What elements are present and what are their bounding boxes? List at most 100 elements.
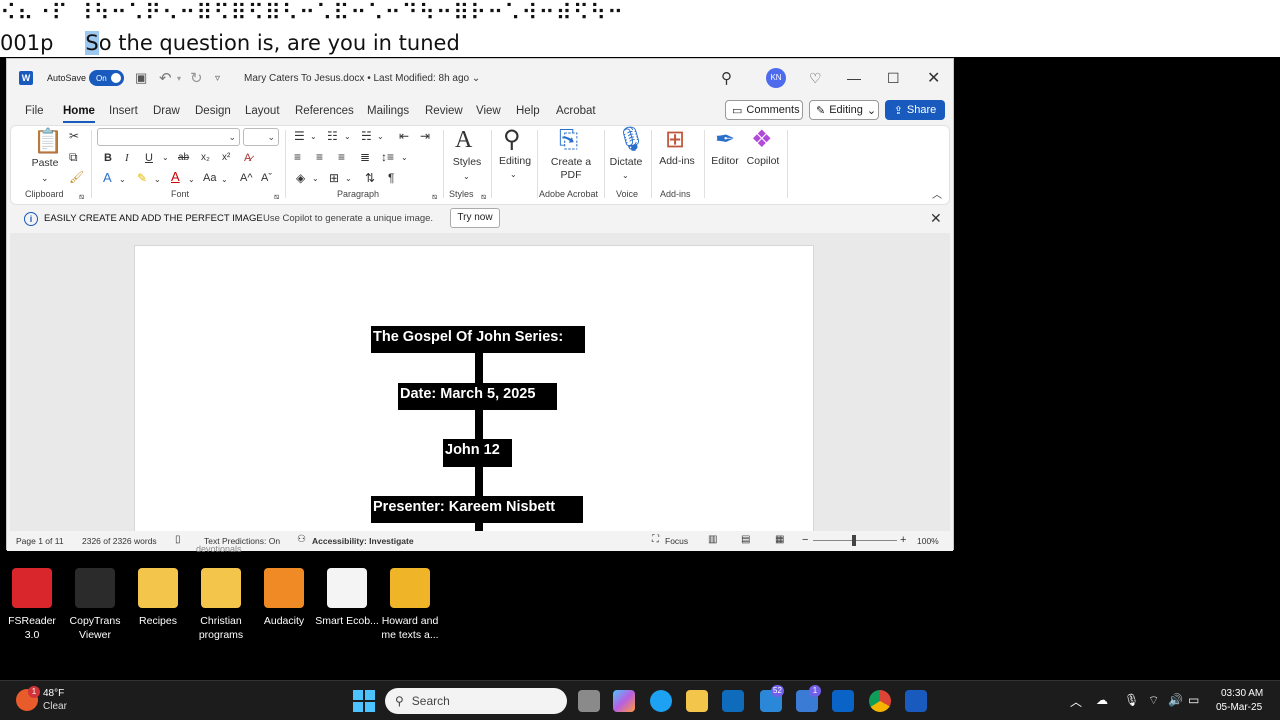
font-color-icon[interactable]: A <box>171 170 180 184</box>
align-right-icon[interactable]: ≡ <box>338 150 345 164</box>
styles-dropdown-icon[interactable]: ⌄ <box>463 170 470 184</box>
bullets-icon[interactable]: ☰ <box>294 129 305 143</box>
addins-icon[interactable]: ⊞ <box>665 126 685 154</box>
borders-icon[interactable]: ⊞ <box>329 171 339 185</box>
numbering-icon[interactable]: ☷ <box>327 129 338 143</box>
autosave-toggle[interactable]: On <box>89 59 124 97</box>
zoom-level[interactable]: 100% <box>917 536 939 546</box>
onedrive-icon[interactable]: ☁ <box>1096 693 1108 707</box>
highlight-dropdown-icon[interactable]: ⌄ <box>154 173 161 187</box>
weather-condition[interactable]: Clear <box>43 701 67 712</box>
tab-acrobat[interactable]: Acrobat <box>556 99 596 123</box>
clear-formatting-icon[interactable]: A̷ <box>244 151 251 165</box>
zoom-slider-thumb[interactable] <box>852 535 856 546</box>
chrome-icon[interactable] <box>869 690 891 712</box>
accessibility-status[interactable]: Accessibility: Investigate <box>312 536 414 546</box>
outlook-icon[interactable] <box>832 690 854 712</box>
customize-quick-access-icon[interactable]: ▿ <box>215 59 220 97</box>
underline-dropdown-icon[interactable]: ⌄ <box>162 151 169 165</box>
document-canvas[interactable]: The Gospel Of John Series: Date: March 5… <box>10 233 950 531</box>
bold-icon[interactable]: B <box>104 151 112 165</box>
minimize-button[interactable]: — <box>847 59 861 97</box>
subscript-icon[interactable]: x₂ <box>201 151 210 165</box>
shading-dropdown-icon[interactable]: ⌄ <box>312 172 319 186</box>
undo-dropdown-icon[interactable]: ▾ <box>177 59 181 97</box>
decrease-indent-icon[interactable]: ⇤ <box>399 129 409 143</box>
copilot-icon[interactable] <box>613 690 635 712</box>
comments-button[interactable]: ▭ Comments <box>725 100 803 120</box>
desktop-icon[interactable]: Smart Ecob... <box>315 566 379 628</box>
tab-help[interactable]: Help <box>516 99 540 123</box>
document-page[interactable]: The Gospel Of John Series: Date: March 5… <box>134 245 814 531</box>
dictate-button[interactable]: Dictate <box>605 156 647 169</box>
sort-icon[interactable]: ⇅ <box>365 171 375 185</box>
tab-layout[interactable]: Layout <box>245 99 280 123</box>
borders-dropdown-icon[interactable]: ⌄ <box>345 172 352 186</box>
print-layout-icon[interactable]: ▤ <box>741 534 750 545</box>
underline-icon[interactable]: U <box>145 151 153 165</box>
zoom-in-icon[interactable]: + <box>900 534 906 546</box>
font-name-combo[interactable]: ⌄ <box>97 128 240 146</box>
file-explorer-icon[interactable] <box>686 690 708 712</box>
word-count[interactable]: 2326 of 2326 words <box>82 536 157 546</box>
paste-icon[interactable]: 📋 <box>33 128 63 156</box>
copilot-button[interactable]: Copilot <box>742 155 784 168</box>
text-effects-dropdown-icon[interactable]: ⌄ <box>119 173 126 187</box>
tab-home[interactable]: Home <box>63 99 95 123</box>
task-view-icon[interactable] <box>578 690 600 712</box>
store-icon[interactable] <box>722 690 744 712</box>
find-icon[interactable]: ⚲ <box>503 126 521 154</box>
change-case-icon[interactable]: Aa <box>203 171 216 185</box>
cut-icon[interactable]: ✂ <box>69 129 79 143</box>
read-mode-icon[interactable]: ▥ <box>708 534 717 545</box>
addins-button[interactable]: Add-ins <box>655 155 699 168</box>
lightbulb-icon[interactable]: ♡ <box>809 59 822 97</box>
editing-button[interactable]: Editing <box>495 155 535 168</box>
tab-mailings[interactable]: Mailings <box>367 99 409 123</box>
increase-indent-icon[interactable]: ⇥ <box>420 129 430 143</box>
edge-icon[interactable] <box>650 690 672 712</box>
strikethrough-icon[interactable]: ab <box>178 151 189 165</box>
bullets-dropdown-icon[interactable]: ⌄ <box>310 130 317 144</box>
redo-icon[interactable]: ↻ <box>190 59 203 97</box>
focus-button[interactable]: Focus <box>665 536 688 546</box>
clock-date[interactable]: 05-Mar-25 <box>1216 702 1262 713</box>
microphone-icon[interactable]: 🎙 <box>616 126 646 154</box>
tab-draw[interactable]: Draw <box>153 99 180 123</box>
clipboard-launcher-icon[interactable]: ⧅ <box>79 190 84 204</box>
desktop-icon[interactable]: Howard and me texts a... <box>378 566 442 642</box>
create-pdf-button[interactable]: Create a PDF <box>545 156 597 182</box>
save-icon[interactable]: ▣ <box>135 59 147 97</box>
text-effects-icon[interactable]: A <box>103 171 112 185</box>
collapse-ribbon-icon[interactable]: ︿ <box>932 189 942 203</box>
timeline-box-date[interactable]: Date: March 5, 2025 <box>398 383 557 410</box>
multilevel-list-icon[interactable]: ☵ <box>361 129 372 143</box>
close-message-icon[interactable]: ✕ <box>930 210 942 227</box>
tab-design[interactable]: Design <box>195 99 231 123</box>
multilevel-dropdown-icon[interactable]: ⌄ <box>377 130 384 144</box>
change-case-dropdown-icon[interactable]: ⌄ <box>221 173 228 187</box>
font-size-combo[interactable]: ⌄ <box>243 128 279 146</box>
paste-button[interactable]: Paste <box>29 157 61 170</box>
font-launcher-icon[interactable]: ⧅ <box>274 190 279 204</box>
weather-temperature[interactable]: 48°F <box>43 688 64 699</box>
line-spacing-icon[interactable]: ↕≡ <box>381 150 394 164</box>
close-button[interactable]: ✕ <box>927 59 940 97</box>
numbering-dropdown-icon[interactable]: ⌄ <box>344 130 351 144</box>
tab-insert[interactable]: Insert <box>109 99 138 123</box>
justify-icon[interactable]: ≣ <box>360 150 370 164</box>
tray-overflow-icon[interactable]: ︿ <box>1070 693 1082 710</box>
desktop-icon[interactable]: Recipes <box>126 566 190 628</box>
timeline-box-presenter[interactable]: Presenter: Kareem Nisbett <box>371 496 583 523</box>
timeline-box-series[interactable]: The Gospel Of John Series: <box>371 326 585 353</box>
styles-button[interactable]: Styles <box>449 156 485 169</box>
timeline-box-chapter[interactable]: John 12 <box>443 439 512 467</box>
tab-file[interactable]: File <box>25 99 44 123</box>
tab-view[interactable]: View <box>476 99 501 123</box>
desktop-icon[interactable]: FSReader 3.0 <box>0 566 64 642</box>
superscript-icon[interactable]: x² <box>222 151 230 165</box>
battery-icon[interactable]: ▭ <box>1188 693 1199 707</box>
undo-icon[interactable]: ↶ <box>159 59 172 97</box>
paste-dropdown-icon[interactable]: ⌄ <box>41 171 49 185</box>
line-spacing-dropdown-icon[interactable]: ⌄ <box>401 151 408 165</box>
